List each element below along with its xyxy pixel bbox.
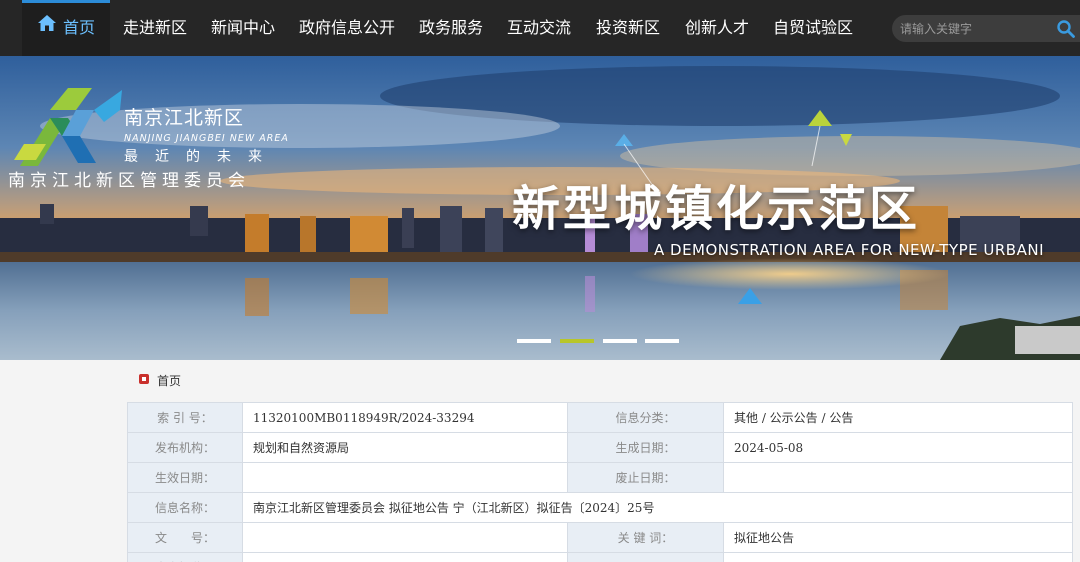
category-label: 信息分类： xyxy=(567,402,724,433)
table-row: 信息名称： 南京江北新区管理委员会 拟征地公告 宁（江北新区）拟征告〔2024〕… xyxy=(127,492,1073,523)
nav-item-home[interactable]: 首页 xyxy=(22,0,110,56)
nav-item-label: 政务服务 xyxy=(418,18,483,37)
search-icon[interactable] xyxy=(1056,19,1076,39)
table-row: 发布机构： 规划和自然资源局 生成日期： 2024-05-08 xyxy=(127,432,1073,463)
info-metadata-table: 索 引 号： 11320100MB0118949R/2024-33294 信息分… xyxy=(127,402,1073,562)
doc-number-label: 文 号： xyxy=(127,522,243,553)
extra-label xyxy=(567,552,724,562)
publisher-label: 发布机构： xyxy=(127,432,243,463)
nav-item-talent[interactable]: 创新人才 xyxy=(676,0,758,56)
nav-item-gov-services[interactable]: 政务服务 xyxy=(410,0,492,56)
nav-item-news[interactable]: 新闻中心 xyxy=(202,0,284,56)
info-name-value: 南京江北新区管理委员会 拟征地公告 宁（江北新区）拟征告〔2024〕25号 xyxy=(242,492,1073,523)
nav-item-label: 政府信息公开 xyxy=(298,18,395,37)
nav-item-label: 走进新区 xyxy=(122,18,187,37)
summary-label: 内容概览： xyxy=(127,552,243,562)
summary-value xyxy=(242,552,568,562)
search-box xyxy=(892,15,1080,42)
table-row: 索 引 号： 11320100MB0118949R/2024-33294 信息分… xyxy=(127,402,1073,433)
category-value: 其他 / 公示公告 / 公告 xyxy=(723,402,1073,433)
carousel-dot-active[interactable] xyxy=(560,339,594,343)
top-navigation: 首页 走进新区 新闻中心 政府信息公开 政务服务 互动交流 投资新区 创新人才 … xyxy=(0,0,1080,56)
nav-item-label: 首页 xyxy=(62,18,95,37)
expiry-date-label: 废止日期： xyxy=(567,462,724,493)
search-input[interactable] xyxy=(900,15,1050,42)
hero-banner: 南京江北新区 NANJING JIANGBEI NEW AREA 最近的未来 南… xyxy=(0,56,1080,360)
home-marker-icon xyxy=(139,374,149,384)
nav-item-label: 创新人才 xyxy=(684,18,749,37)
created-date-value: 2024-05-08 xyxy=(723,432,1073,463)
logo-committee-name: 南京江北新区管理委员会 xyxy=(8,171,250,191)
table-row: 文 号： 关 键 词： 拟征地公告 xyxy=(127,522,1073,553)
logo-name-cn: 南京江北新区 xyxy=(124,107,245,129)
carousel-dot[interactable] xyxy=(645,339,679,343)
keywords-label: 关 键 词： xyxy=(567,522,724,553)
publisher-value: 规划和自然资源局 xyxy=(242,432,568,463)
nav-item-label: 互动交流 xyxy=(506,18,571,37)
created-date-label: 生成日期： xyxy=(567,432,724,463)
carousel-dot[interactable] xyxy=(603,339,637,343)
effective-date-label: 生效日期： xyxy=(127,462,243,493)
extra-value xyxy=(723,552,1073,562)
logo-name-en: NANJING JIANGBEI NEW AREA xyxy=(124,133,289,144)
index-number-label: 索 引 号： xyxy=(127,402,243,433)
table-row: 生效日期： 废止日期： xyxy=(127,462,1073,493)
nav-item-free-trade[interactable]: 自贸试验区 xyxy=(764,0,862,56)
effective-date-value xyxy=(242,462,568,493)
nav-item-label: 新闻中心 xyxy=(210,18,275,37)
doc-number-value xyxy=(242,522,568,553)
carousel-dot[interactable] xyxy=(517,339,551,343)
home-icon xyxy=(37,2,57,52)
breadcrumb-home-link[interactable]: 首页 xyxy=(157,372,181,389)
logo-slogan: 最近的未来 xyxy=(124,149,279,165)
nav-item-label: 投资新区 xyxy=(595,18,660,37)
nav-item-investment[interactable]: 投资新区 xyxy=(587,0,669,56)
banner-subheadline: A DEMONSTRATION AREA FOR NEW-TYPE URBANI xyxy=(654,241,1044,259)
info-name-label: 信息名称： xyxy=(127,492,243,523)
expiry-date-value xyxy=(723,462,1073,493)
nav-item-label: 自贸试验区 xyxy=(772,18,853,37)
nav-item-interaction[interactable]: 互动交流 xyxy=(498,0,580,56)
nav-item-gov-info[interactable]: 政府信息公开 xyxy=(290,0,404,56)
banner-headline: 新型城镇化示范区 xyxy=(512,181,921,237)
table-row: 内容概览： xyxy=(127,552,1073,562)
nav-item-intro[interactable]: 走进新区 xyxy=(114,0,196,56)
keywords-value: 拟征地公告 xyxy=(723,522,1073,553)
index-number-value: 11320100MB0118949R/2024-33294 xyxy=(242,402,568,433)
